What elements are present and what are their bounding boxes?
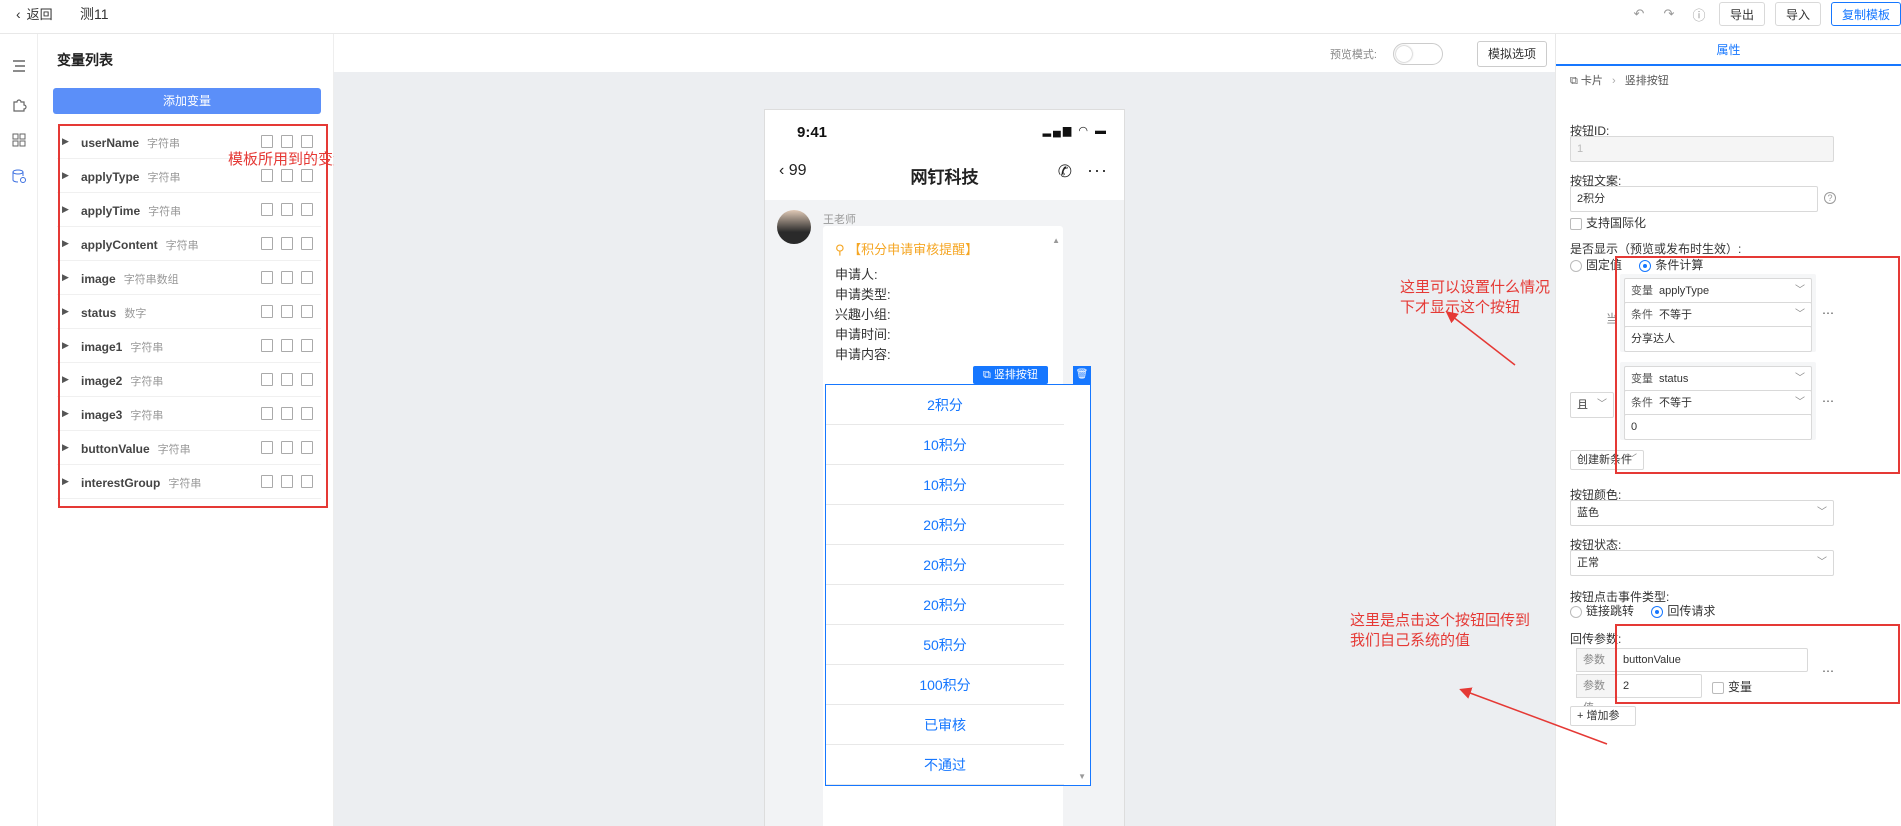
toolbar: ↶ ↷ ⓘ 导出 导入 复制模板 (1629, 2, 1901, 26)
variable-panel-title: 变量列表 (57, 52, 113, 68)
card-button[interactable]: 已审核 (826, 705, 1064, 745)
chevron-down-icon: ﹀ (1817, 507, 1827, 518)
undo-icon[interactable]: ↶ (1629, 4, 1649, 24)
card-field: 申请类型: (835, 287, 891, 302)
export-button[interactable]: 导出 (1718, 2, 1765, 26)
radio-fixed[interactable] (1570, 259, 1582, 272)
radio-link-jump[interactable] (1570, 605, 1582, 618)
help-icon[interactable]: ⓘ (1689, 4, 1709, 24)
button-color-value: 蓝色 (1577, 507, 1599, 519)
database-icon[interactable] (11, 168, 27, 184)
status-bar: 9:41 ▂▄▆ ◠ ▬ (765, 110, 1124, 150)
scroll-down-icon[interactable]: ▼ (1078, 772, 1086, 781)
card-button[interactable]: 20积分 (826, 505, 1064, 545)
breadcrumb-parent[interactable]: 卡片 (1581, 75, 1603, 87)
radio-callback[interactable] (1651, 605, 1664, 618)
card-button[interactable]: 2积分 (826, 385, 1064, 425)
show-condition-label: 是否显示（预览或发布时生效）: (1570, 242, 1742, 256)
status-time: 9:41 (797, 124, 828, 141)
delete-component-icon[interactable]: 🗑 (1073, 366, 1091, 384)
card-button[interactable]: 50积分 (826, 625, 1064, 665)
breadcrumb-current: 竖排按钮 (1624, 75, 1669, 87)
vertical-button-group[interactable]: 2积分 10积分 10积分 20积分 20积分 20积分 50积分 100积分 已审核 不通过 ▼ (825, 384, 1091, 786)
back-label: 返回 (26, 7, 53, 22)
signal-wifi-battery-icon: ▂▄▆ ◠ ▬ (1042, 125, 1108, 137)
preview-mode-label: 预览模式: (1329, 49, 1377, 61)
chevron-down-icon: ﹀ (1817, 557, 1827, 568)
card-button[interactable]: 20积分 (826, 585, 1064, 625)
annotation-callback: 这里是点击这个按钮回传到我们自己系统的值 (1350, 612, 1531, 649)
param-name-key: 参数名 (1576, 648, 1616, 688)
sender-name: 王老师 (823, 214, 856, 226)
button-text-input[interactable]: 2积分 (1570, 186, 1818, 212)
param-value-key: 参数值 (1576, 674, 1616, 714)
card-field: 兴趣小组: (835, 307, 891, 322)
i18n-checkbox-box[interactable] (1570, 217, 1582, 230)
card-button[interactable]: 不通过 (826, 745, 1064, 785)
card-title: ⚲ 【积分申请审核提醒】 (835, 239, 978, 258)
preview-mode-toggle[interactable] (1393, 43, 1443, 65)
avatar (777, 210, 811, 244)
scroll-up-icon[interactable]: ▲ (1052, 236, 1060, 245)
component-icon: ⧉ (1570, 75, 1581, 87)
outline-icon[interactable] (11, 58, 27, 74)
annotation-variables: 模板所用到的变量 (228, 151, 349, 168)
tab-properties[interactable]: 属性 (1556, 34, 1901, 66)
help-icon[interactable]: ? (1824, 192, 1836, 204)
redo-icon[interactable]: ↷ (1659, 4, 1679, 24)
annotation-box-variables (58, 124, 328, 508)
annotation-box-callback (1615, 624, 1900, 704)
page-title: 测11 (80, 6, 109, 22)
button-color-select[interactable]: 蓝色 ﹀ (1570, 500, 1834, 526)
simulate-options-button[interactable]: 模拟选项 (1476, 41, 1547, 67)
radio-link-jump-label: 链接跳转 (1586, 604, 1635, 618)
add-param-button[interactable]: + 增加参数 (1570, 706, 1636, 726)
preview-canvas: 预览模式: 模拟选项 9:41 ▂▄▆ ◠ ▬ ‹ 99 网钉科技 ✆ ··· … (334, 34, 1555, 826)
preview-toolbar: 预览模式: 模拟选项 (334, 34, 1555, 72)
chevron-down-icon: ﹀ (1597, 399, 1607, 410)
i18n-checkbox-label: 支持国际化 (1586, 216, 1647, 230)
radio-callback-label: 回传请求 (1667, 604, 1716, 618)
phone-preview: 9:41 ▂▄▆ ◠ ▬ ‹ 99 网钉科技 ✆ ··· 王老师 ⚲ 【积分申请… (764, 109, 1125, 826)
grid-icon[interactable] (11, 132, 27, 148)
button-state-select[interactable]: 正常 ﹀ (1570, 550, 1834, 576)
logic-operator-select[interactable]: 且 ﹀ (1570, 392, 1614, 418)
add-variable-button[interactable]: 添加变量 (53, 88, 321, 114)
breadcrumb-separator: › (1611, 75, 1616, 87)
button-state-value: 正常 (1577, 557, 1599, 569)
card-button[interactable]: 10积分 (826, 465, 1064, 505)
annotation-show-condition: 这里可以设置什么情况下才显示这个按钮 (1400, 279, 1551, 316)
card-field: 申请内容: (835, 347, 891, 362)
copy-template-button[interactable]: 复制模板 (1830, 2, 1901, 26)
top-bar: ‹ 返回 测11 ↶ ↷ ⓘ 导出 导入 复制模板 (0, 0, 1901, 34)
selected-component-label[interactable]: ⧉ 竖排按钮 (973, 366, 1048, 384)
card-title-text: 【积分申请审核提醒】 (848, 242, 979, 257)
selected-component-text: 竖排按钮 (993, 369, 1038, 381)
annotation-box-show-condition (1615, 256, 1900, 474)
card-button[interactable]: 100积分 (826, 665, 1064, 705)
chevron-left-icon: ‹ (16, 5, 21, 22)
stamp-icon: ⚲ (835, 242, 849, 257)
card-button[interactable]: 10积分 (826, 425, 1064, 465)
card-button[interactable]: 20积分 (826, 545, 1064, 585)
back-button[interactable]: ‹ 返回 (16, 4, 53, 23)
chat-navbar: ‹ 99 网钉科技 ✆ ··· (765, 150, 1124, 200)
callback-params-label: 回传参数: (1570, 632, 1622, 646)
phone-icon[interactable]: ✆ (1058, 162, 1072, 182)
card-field: 申请人: (835, 267, 878, 282)
breadcrumb: ⧉ 卡片 › 竖排按钮 (1570, 72, 1669, 88)
more-icon[interactable]: ··· (1087, 160, 1108, 181)
component-icon[interactable] (11, 96, 27, 112)
button-id-input[interactable]: 1 (1570, 136, 1834, 162)
i18n-checkbox[interactable]: 支持国际化 (1570, 214, 1646, 231)
click-event-radios: 链接跳转 回传请求 (1570, 602, 1715, 619)
import-button[interactable]: 导入 (1774, 2, 1821, 26)
card-field: 申请时间: (835, 327, 891, 342)
component-icon: ⧉ (983, 369, 994, 381)
logic-operator: 且 (1577, 399, 1588, 411)
left-nav (0, 34, 38, 826)
